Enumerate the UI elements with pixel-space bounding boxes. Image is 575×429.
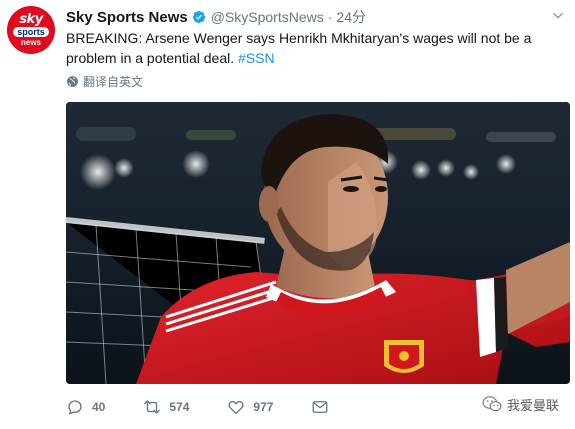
watermark: 我爱曼联 bbox=[482, 394, 559, 414]
tweet-text-body: BREAKING: Arsene Wenger says Henrikh Mkh… bbox=[66, 30, 532, 66]
wechat-icon bbox=[482, 396, 502, 412]
author-handle[interactable]: @SkySportsNews bbox=[211, 9, 324, 25]
like-count: 977 bbox=[253, 400, 274, 414]
chevron-down-icon[interactable] bbox=[551, 9, 565, 23]
verified-badge-icon bbox=[192, 10, 205, 24]
tweet-card: sky sports news Sky Sports News @SkySpor… bbox=[0, 0, 575, 429]
avatar-logo-sports: sports bbox=[13, 26, 49, 37]
avatar[interactable]: sky sports news bbox=[7, 6, 55, 54]
tweet-header: Sky Sports News @SkySportsNews · 24分 bbox=[66, 7, 366, 27]
retweet-count: 574 bbox=[169, 400, 190, 414]
watermark-text: 我爱曼联 bbox=[506, 397, 559, 413]
header-separator: · bbox=[327, 9, 333, 25]
player-photo bbox=[66, 102, 570, 384]
tweet-text: BREAKING: Arsene Wenger says Henrikh Mkh… bbox=[66, 28, 566, 68]
author-name[interactable]: Sky Sports News bbox=[66, 9, 188, 26]
retweet-icon bbox=[144, 400, 161, 414]
reply-count: 40 bbox=[92, 400, 106, 414]
like-button[interactable]: 977 bbox=[227, 398, 273, 416]
like-icon bbox=[228, 400, 244, 415]
hashtag-link[interactable]: #SSN bbox=[238, 50, 275, 66]
retweet-button[interactable]: 574 bbox=[143, 398, 189, 416]
direct-message-button[interactable] bbox=[311, 398, 337, 416]
translate-tweet-link[interactable]: 翻译自英文 bbox=[66, 73, 143, 89]
reply-button[interactable]: 40 bbox=[66, 398, 105, 416]
translate-label: 翻译自英文 bbox=[83, 74, 144, 89]
avatar-logo-news: news bbox=[20, 37, 41, 47]
tweet-photo[interactable] bbox=[66, 102, 570, 384]
avatar-logo-sky: sky bbox=[19, 11, 43, 27]
tweet-timestamp[interactable]: 24分 bbox=[336, 7, 366, 27]
direct-message-icon bbox=[312, 401, 328, 413]
tweet-actions: 40 574 977 bbox=[66, 397, 337, 417]
reply-icon bbox=[68, 400, 82, 415]
globe-icon bbox=[67, 75, 78, 87]
